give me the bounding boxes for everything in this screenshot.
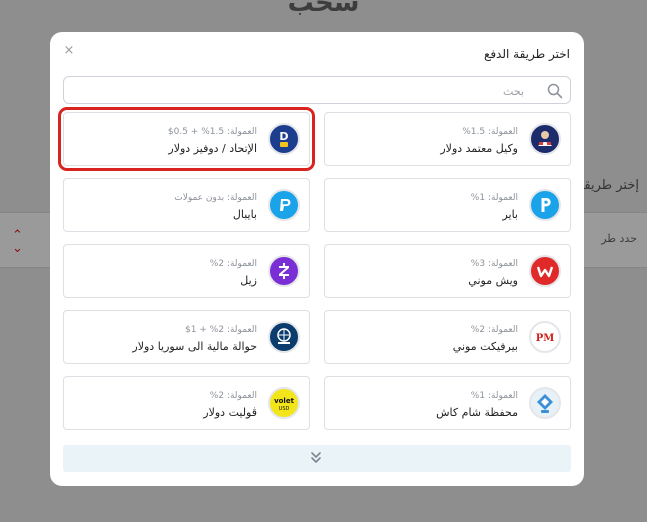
method-card-paypal[interactable]: العمولة: بدون عمولات بايبال: [63, 178, 310, 232]
method-name: وكيل معتمد دولار: [440, 142, 518, 155]
method-name: باير: [502, 208, 518, 221]
method-card-zelle[interactable]: العمولة: 2% زيل: [63, 244, 310, 298]
pm-logo-text: PM: [536, 333, 555, 344]
method-fee: العمولة: بدون عمولات: [174, 193, 257, 203]
method-label: إختر طريقة: [577, 178, 639, 193]
method-name: محفظة شام كاش: [436, 406, 518, 419]
load-more-button[interactable]: [63, 445, 571, 472]
search-input[interactable]: [72, 80, 526, 102]
page-title: سحب: [287, 0, 360, 18]
method-fee: العمولة: 3%: [470, 259, 518, 269]
method-fee: العمولة: 2%: [470, 325, 518, 335]
payment-method-modal: اختر طريقة الدفع × D العمولة: 1.5% + 0.5…: [50, 32, 584, 486]
volet-logo-sub: USD: [279, 406, 290, 412]
close-icon[interactable]: ×: [62, 44, 76, 58]
method-card-wish-money[interactable]: العمولة: 3% ويش موني: [324, 244, 571, 298]
method-card-perfect-money[interactable]: PM العمولة: 2% بيرفيكت موني: [324, 310, 571, 364]
volet-icon: volet USD: [268, 387, 300, 419]
method-card-volet[interactable]: volet USD العمولة: 2% ڤوليت دولار: [63, 376, 310, 430]
method-fee: العمولة: 1%: [470, 391, 518, 401]
method-fee: العمولة: 1.5% + 0.5$: [167, 127, 257, 137]
method-name: ڤوليت دولار: [203, 406, 257, 419]
volet-logo-text: volet: [274, 397, 295, 405]
payeer-icon: [529, 189, 561, 221]
method-name: حوالة مالية الى سوريا دولار: [132, 340, 257, 353]
modal-title: اختر طريقة الدفع: [483, 47, 570, 61]
method-card-payeer[interactable]: العمولة: 1% باير: [324, 178, 571, 232]
syria-transfer-icon: [268, 321, 300, 353]
method-fee: العمولة: 2%: [209, 391, 257, 401]
search-icon[interactable]: [547, 83, 563, 99]
method-name: زيل: [240, 274, 257, 287]
method-fee: العمولة: 1%: [470, 193, 518, 203]
method-card-dovizz[interactable]: D العمولة: 1.5% + 0.5$ الإتحاد / دوفيز د…: [58, 107, 315, 171]
method-fee: العمولة: 2% + 1$: [185, 325, 257, 335]
method-name: بيرفيكت موني: [452, 340, 518, 353]
method-select-text: حدد طر: [601, 232, 637, 245]
perfect-money-icon: PM: [529, 321, 561, 353]
dovizz-icon: D: [268, 123, 300, 155]
method-name: بايبال: [232, 208, 257, 221]
select-arrows-icon: ⌃ ⌄: [12, 228, 23, 256]
method-name: الإتحاد / دوفيز دولار: [168, 142, 257, 155]
paypal-icon: [268, 189, 300, 221]
search-box: [63, 76, 571, 104]
method-fee: العمولة: 1.5%: [462, 127, 518, 137]
svg-text:D: D: [279, 130, 288, 143]
payment-methods-grid: D العمولة: 1.5% + 0.5$ الإتحاد / دوفيز د…: [58, 107, 571, 430]
method-card-syria-transfer[interactable]: العمولة: 2% + 1$ حوالة مالية الى سوريا د…: [63, 310, 310, 364]
method-card-sham-cash[interactable]: العمولة: 1% محفظة شام كاش: [324, 376, 571, 430]
agent-icon: [529, 123, 561, 155]
method-name: ويش موني: [468, 274, 518, 287]
method-card-agent[interactable]: العمولة: 1.5% وكيل معتمد دولار: [324, 112, 571, 166]
zelle-icon: [268, 255, 300, 287]
sham-cash-icon: [529, 387, 561, 419]
method-fee: العمولة: 2%: [209, 259, 257, 269]
double-chevron-down-icon: [311, 452, 321, 463]
wish-money-icon: [529, 255, 561, 287]
